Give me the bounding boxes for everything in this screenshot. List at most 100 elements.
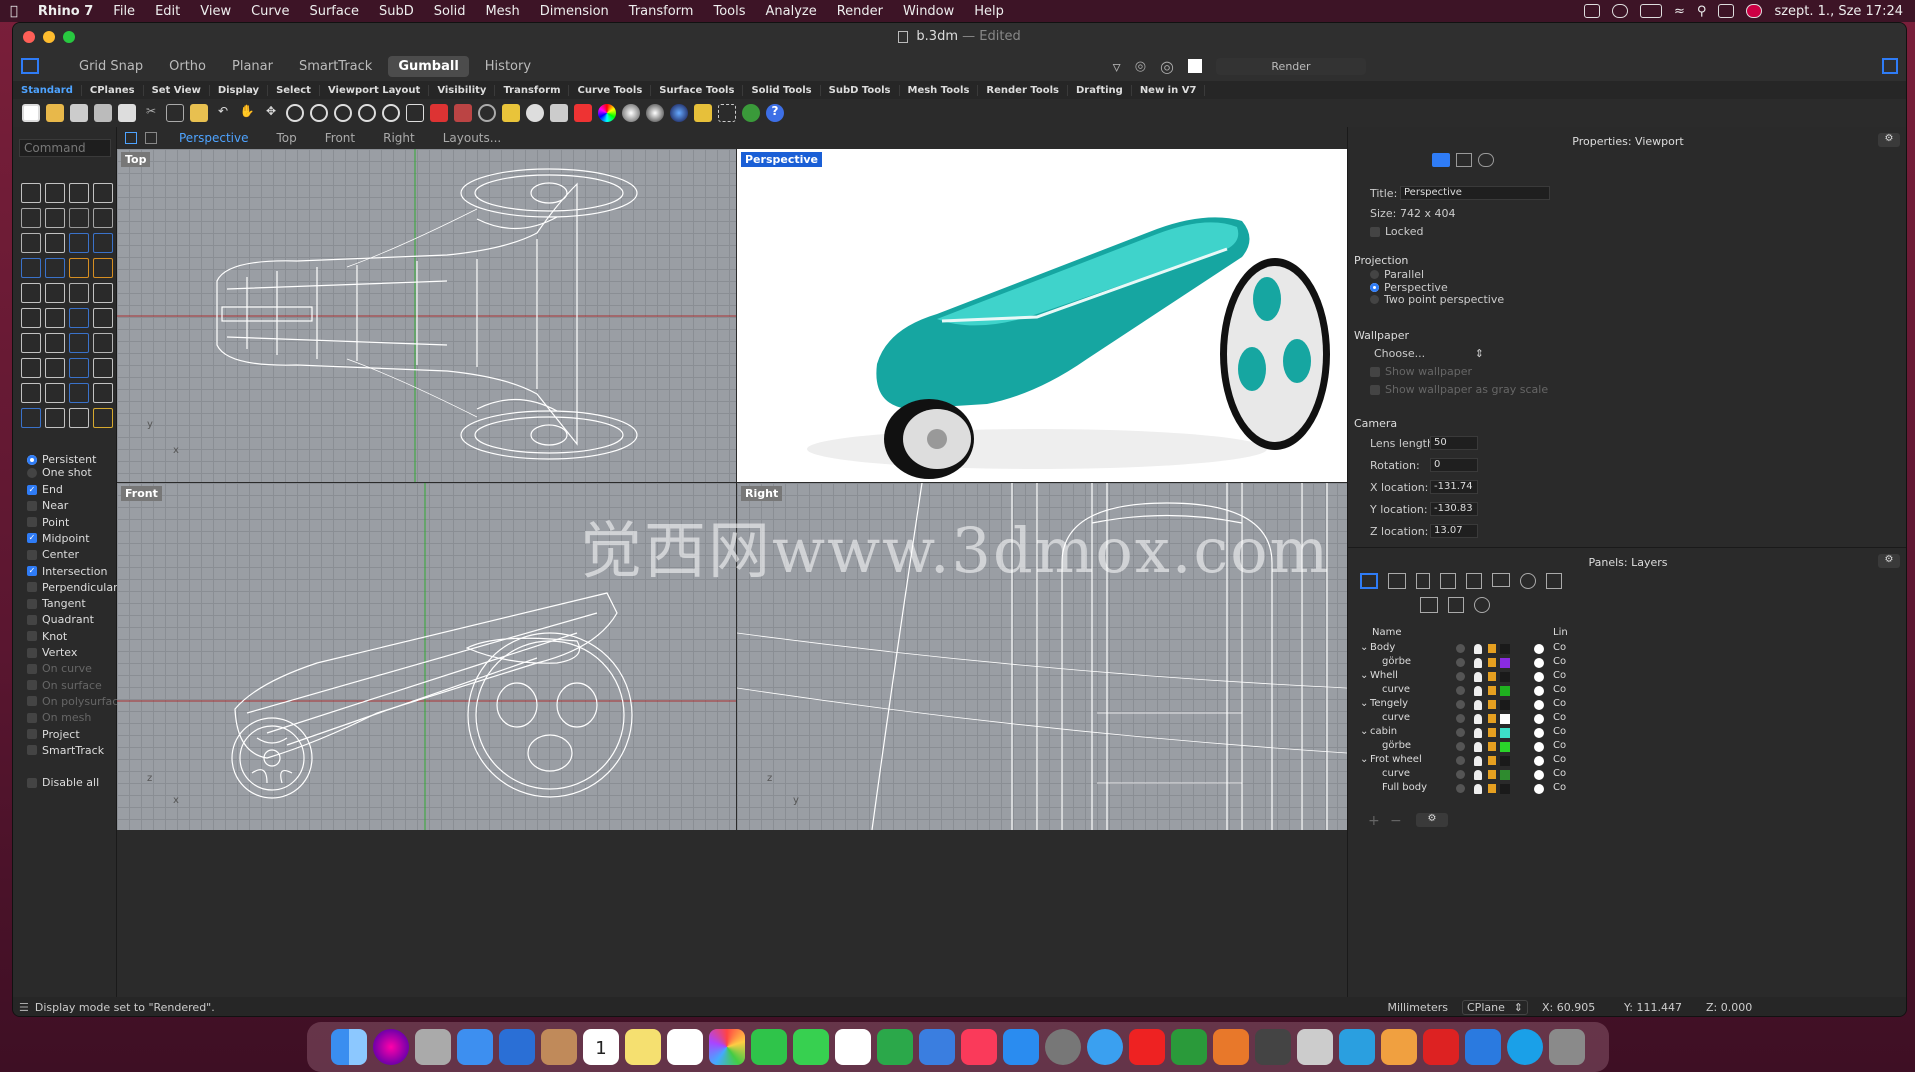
blocks-icon[interactable]: [1440, 573, 1456, 589]
siri-dock-icon[interactable]: [373, 1029, 409, 1065]
tab-transform[interactable]: Transform: [495, 84, 570, 96]
materials-icon[interactable]: [1388, 573, 1406, 589]
osnap-item[interactable]: On mesh: [27, 711, 91, 724]
osnap-item[interactable]: Point: [27, 516, 69, 529]
messages-icon[interactable]: [793, 1029, 829, 1065]
keynote-icon[interactable]: [919, 1029, 955, 1065]
camera-field-input[interactable]: 0: [1430, 458, 1478, 472]
tool-button-21-icon[interactable]: [21, 308, 41, 328]
four-view-icon[interactable]: [125, 132, 137, 144]
s-app-icon[interactable]: [1213, 1029, 1249, 1065]
menu-surface[interactable]: Surface: [299, 4, 369, 19]
tool-button-16-icon[interactable]: [93, 258, 113, 278]
control-center-icon[interactable]: [1718, 4, 1735, 18]
trash-icon[interactable]: [1549, 1029, 1585, 1065]
tool-button-10-icon[interactable]: [45, 233, 65, 253]
show-wallpaper-gray-checkbox[interactable]: [1370, 384, 1380, 395]
tab-display[interactable]: Display: [210, 84, 269, 96]
planar-toggle[interactable]: Planar: [222, 56, 283, 77]
osnap-checkbox[interactable]: [27, 745, 37, 756]
move-view-icon[interactable]: ✥: [262, 104, 280, 122]
cube-app-icon[interactable]: [1339, 1029, 1375, 1065]
osnap-oneshot[interactable]: One shot: [27, 466, 92, 479]
layer-row[interactable]: ⌄ cabin Co: [1348, 726, 1906, 740]
material-circle-icon[interactable]: [1534, 728, 1544, 738]
save-icon[interactable]: [70, 104, 88, 122]
current-layer-icon[interactable]: [1456, 686, 1465, 695]
named-views-icon[interactable]: [1466, 573, 1482, 589]
cut-icon[interactable]: ✂: [142, 104, 160, 122]
tool-button-23-icon[interactable]: [69, 308, 89, 328]
zoom-window-icon[interactable]: [310, 104, 328, 122]
osnap-checkbox[interactable]: [27, 517, 37, 528]
osnap-checkbox[interactable]: [27, 614, 37, 625]
chevron-down-icon[interactable]: ⌄: [1360, 726, 1368, 737]
osnap-item[interactable]: Near: [27, 499, 68, 512]
layer-row[interactable]: curve Co: [1348, 768, 1906, 782]
tool-button-9-icon[interactable]: [21, 233, 41, 253]
battery-icon[interactable]: [1640, 4, 1663, 18]
layer-color-swatch[interactable]: [1500, 728, 1510, 738]
menu-app[interactable]: Rhino 7: [28, 4, 103, 19]
layer-color-swatch[interactable]: [1500, 756, 1510, 766]
tool-button-20-icon[interactable]: [93, 283, 113, 303]
visibility-bulb-icon[interactable]: [1474, 700, 1482, 710]
safari-icon[interactable]: [1087, 1029, 1123, 1065]
tab-solid-tools[interactable]: Solid Tools: [743, 84, 821, 96]
camera-field-input[interactable]: -130.83: [1430, 502, 1478, 516]
material-circle-icon[interactable]: [1534, 672, 1544, 682]
osnap-checkbox[interactable]: ✓: [27, 484, 37, 495]
contacts-icon[interactable]: [541, 1029, 577, 1065]
history-toggle[interactable]: History: [475, 56, 541, 77]
vtab-layouts[interactable]: Layouts...: [429, 131, 516, 145]
menu-edit[interactable]: Edit: [145, 4, 190, 19]
layer-color-swatch[interactable]: [1500, 672, 1510, 682]
menu-transform[interactable]: Transform: [619, 4, 704, 19]
single-view-icon[interactable]: [145, 132, 157, 144]
pan-icon[interactable]: ✋: [238, 104, 256, 122]
current-layer-icon[interactable]: [1456, 756, 1465, 765]
layer-linetype[interactable]: Co: [1553, 712, 1566, 723]
tool-button-14-icon[interactable]: [45, 258, 65, 278]
tab-cplanes[interactable]: CPlanes: [82, 84, 144, 96]
osnap-checkbox[interactable]: [27, 663, 37, 674]
calculator-icon[interactable]: [1255, 1029, 1291, 1065]
osnap-item[interactable]: Perpendicular: [27, 581, 118, 594]
current-layer-icon[interactable]: [1456, 784, 1465, 793]
system-preferences-icon[interactable]: [1045, 1029, 1081, 1065]
chevron-down-icon[interactable]: ⌄: [1360, 698, 1368, 709]
zoom-extents-icon[interactable]: [334, 104, 352, 122]
osnap-item[interactable]: Tangent: [27, 597, 86, 610]
osnap-disable-all[interactable]: Disable all: [27, 776, 99, 789]
locked-checkbox[interactable]: [1370, 226, 1380, 237]
open-file-icon[interactable]: [46, 104, 64, 122]
osnap-checkbox[interactable]: [27, 500, 37, 511]
files-icon[interactable]: [499, 1029, 535, 1065]
sidebar-toggle-icon[interactable]: [21, 58, 39, 74]
lock-layer-icon[interactable]: [1488, 686, 1496, 695]
tab-new-in-v7[interactable]: New in V7: [1132, 84, 1206, 96]
undo-icon[interactable]: ↶: [214, 104, 232, 122]
oneshot-radio[interactable]: [27, 467, 37, 478]
osnap-checkbox[interactable]: [27, 680, 37, 691]
tool-button-33-icon[interactable]: [21, 383, 41, 403]
layer-color-swatch[interactable]: [1500, 770, 1510, 780]
current-layer-icon[interactable]: [1456, 728, 1465, 737]
light-icon[interactable]: [526, 104, 544, 122]
cplane-icon[interactable]: [478, 104, 496, 122]
document-properties-icon[interactable]: [1416, 573, 1430, 589]
current-layer-icon[interactable]: [1456, 644, 1465, 653]
menu-mesh[interactable]: Mesh: [475, 4, 529, 19]
osnap-checkbox[interactable]: [27, 712, 37, 723]
material-circle-icon[interactable]: [1534, 742, 1544, 752]
locked-row[interactable]: Locked: [1370, 225, 1423, 238]
layers-col-name[interactable]: Name: [1372, 627, 1402, 638]
lock-layer-icon[interactable]: [1488, 728, 1496, 737]
layer-row[interactable]: görbe Co: [1348, 656, 1906, 670]
osnap-checkbox[interactable]: [27, 696, 37, 707]
camera-field-input[interactable]: -131.74: [1430, 480, 1478, 494]
chevron-down-icon[interactable]: ⌄: [1360, 670, 1368, 681]
osnap-item[interactable]: Project: [27, 728, 80, 741]
disable-all-checkbox[interactable]: [27, 777, 37, 788]
viewport-right[interactable]: Right z y: [737, 483, 1347, 830]
